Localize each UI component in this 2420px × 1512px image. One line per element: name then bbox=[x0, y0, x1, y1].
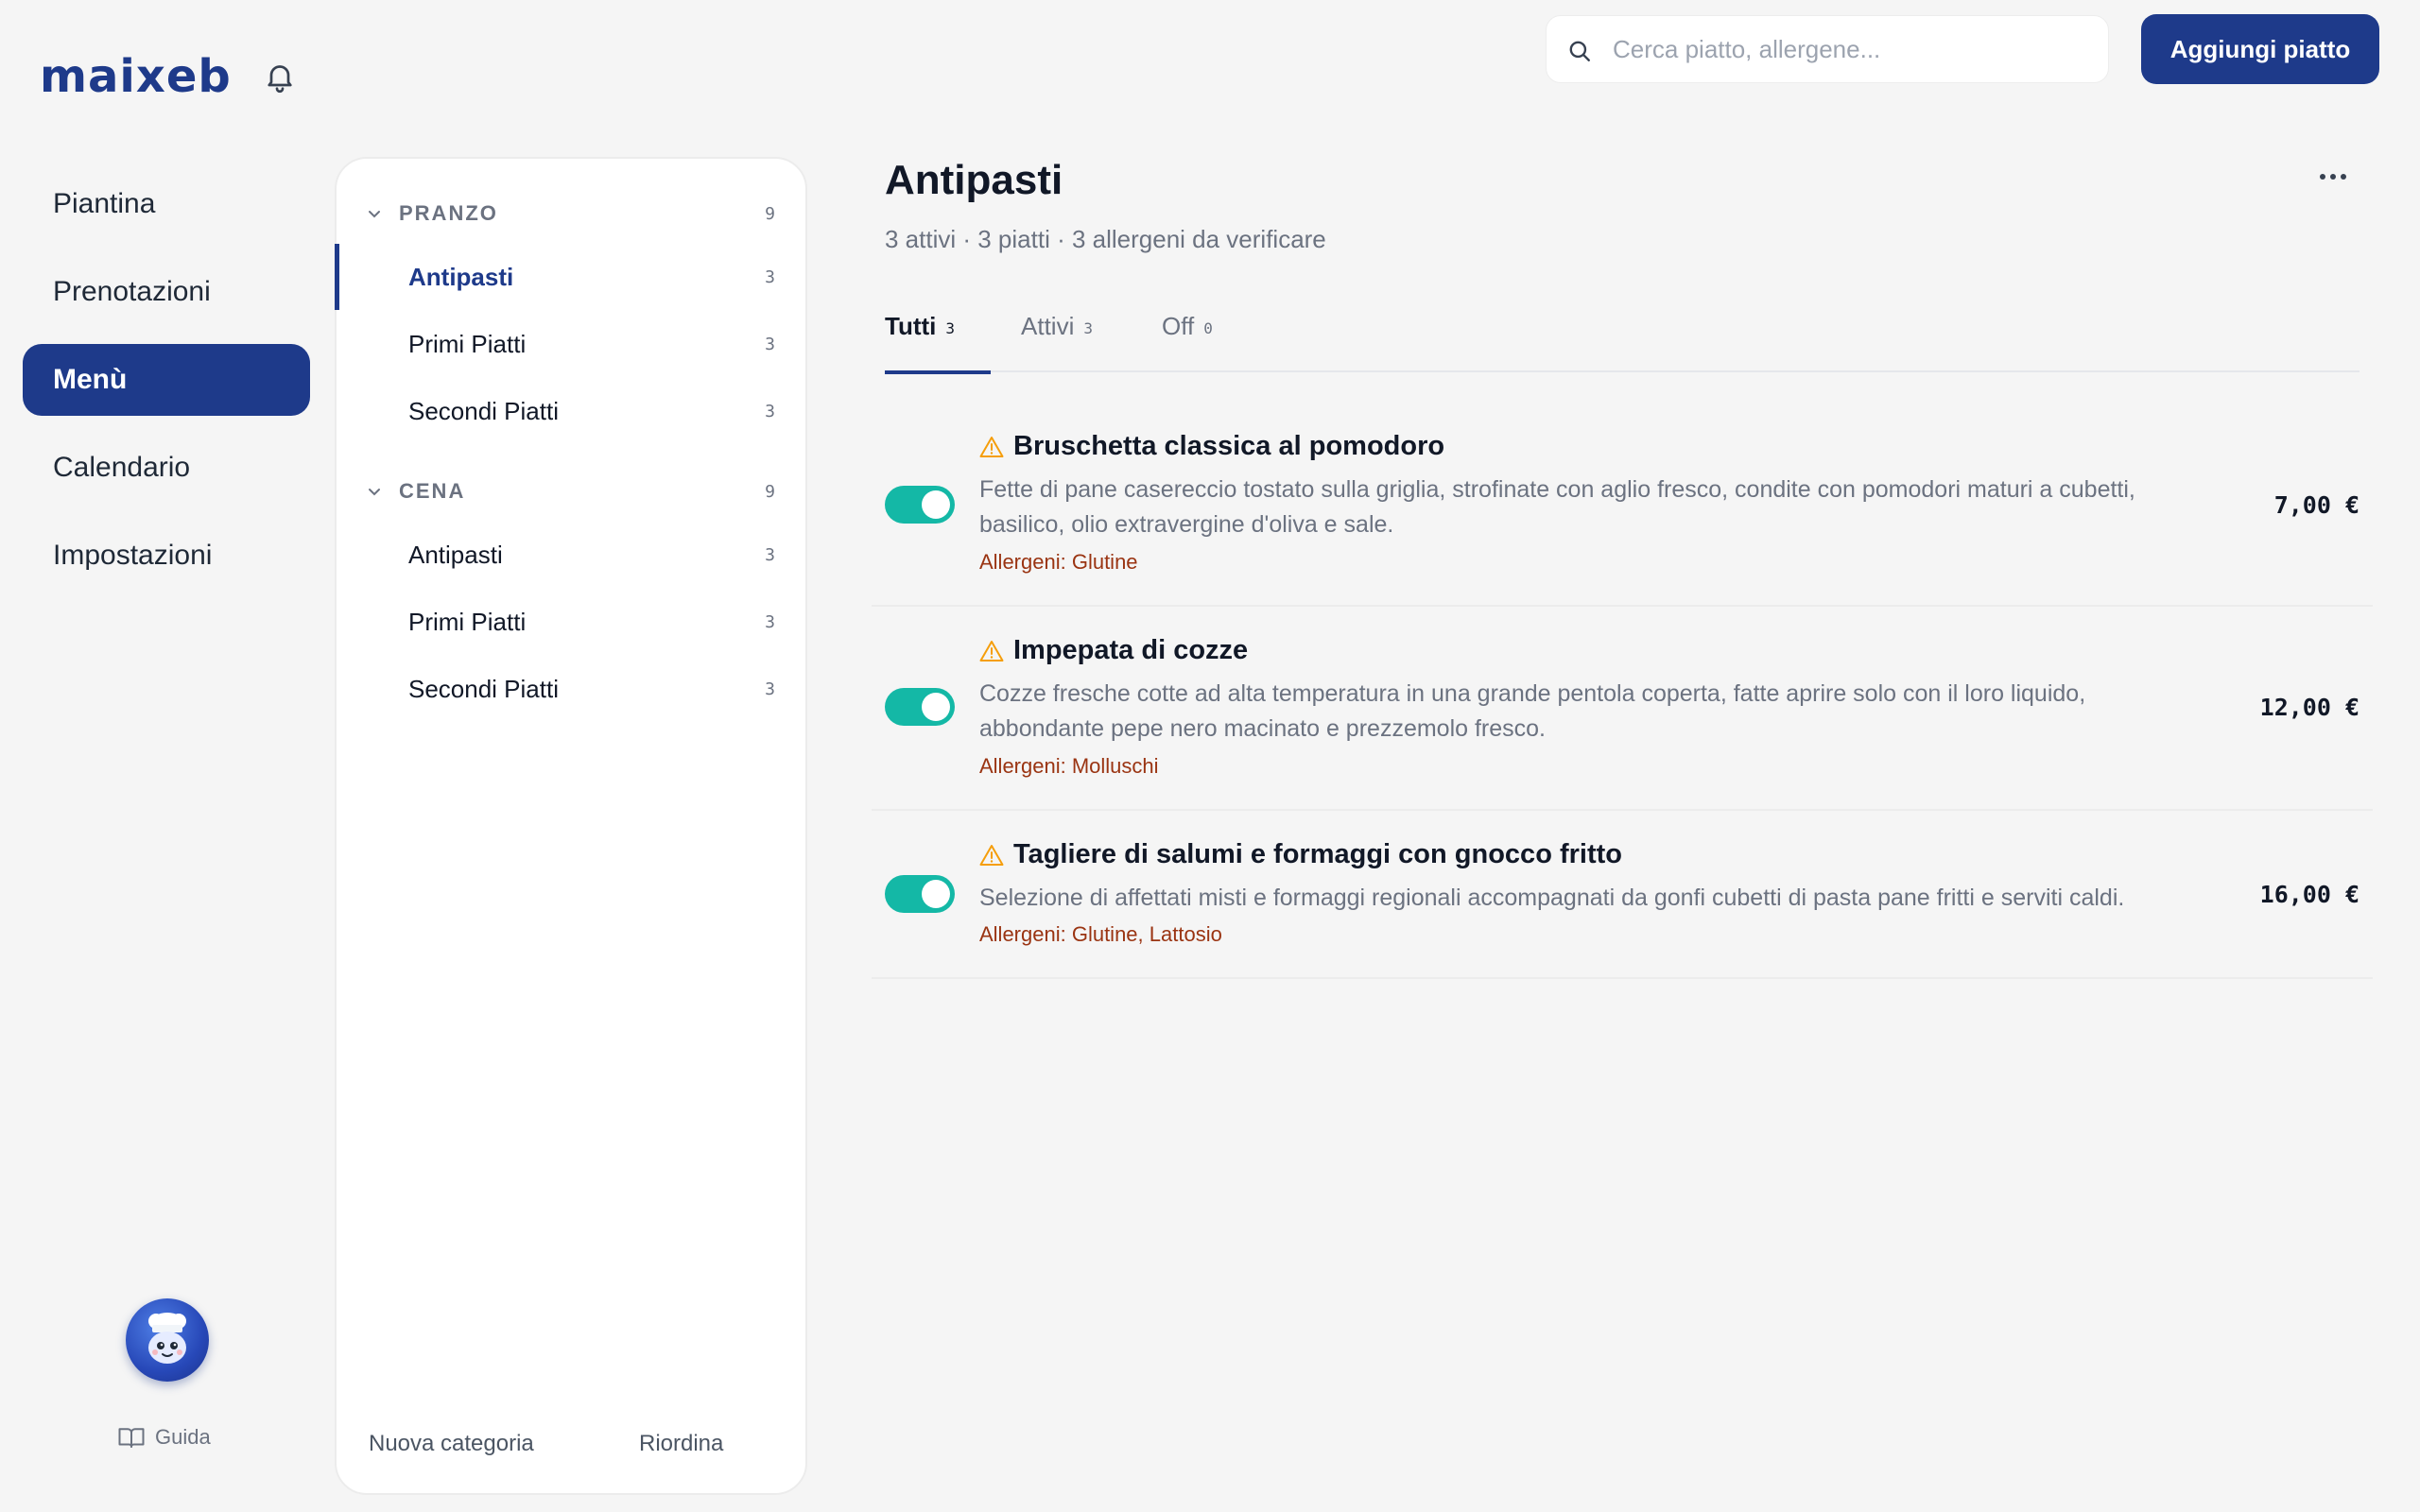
search-icon bbox=[1569, 41, 1590, 61]
book-icon bbox=[118, 1428, 145, 1448]
reorder-button[interactable]: Riordina bbox=[639, 1431, 723, 1457]
nav-item-label: Menù bbox=[53, 364, 128, 395]
chevron-down-icon bbox=[369, 489, 380, 496]
category-item-cena-primi[interactable]: Primi Piatti 3 bbox=[337, 589, 805, 655]
category-name: Primi Piatti bbox=[408, 329, 527, 358]
tab-label: Tutti bbox=[885, 312, 937, 340]
nav-item-impostazioni[interactable]: Impostazioni bbox=[23, 520, 310, 592]
dish-price: 12,00 € bbox=[2259, 694, 2360, 721]
tab-attivi[interactable]: Attivi 3 bbox=[1021, 312, 1093, 372]
dish-active-toggle[interactable] bbox=[885, 688, 955, 726]
dish-description: Selezione di affettati misti e formaggi … bbox=[979, 885, 2125, 911]
dish-active-toggle[interactable] bbox=[885, 875, 955, 913]
chef-avatar[interactable] bbox=[126, 1298, 209, 1382]
tab-count: 0 bbox=[1203, 319, 1213, 337]
category-count: 3 bbox=[765, 266, 775, 287]
dish-description: Fette di pane casereccio tostato sulla g… bbox=[979, 476, 2135, 538]
category-panel-footer: Nuova categoria Riordina bbox=[337, 1431, 805, 1465]
category-item-pranzo-primi[interactable]: Primi Piatti 3 bbox=[337, 311, 805, 377]
nav-item-label: Prenotazioni bbox=[53, 276, 211, 307]
dish-allergens: Allergeni: Molluschi bbox=[979, 754, 1159, 778]
tab-label: Off bbox=[1162, 312, 1195, 340]
group-count: 9 bbox=[765, 203, 775, 224]
dish-title-row: Tagliere di salumi e formaggi con gnocco… bbox=[979, 839, 1622, 870]
guide-label: Guida bbox=[155, 1425, 211, 1449]
dish-active-toggle[interactable] bbox=[885, 486, 955, 524]
category-count: 3 bbox=[765, 334, 775, 354]
chef-icon bbox=[148, 1313, 186, 1364]
dish-name: Tagliere di salumi e formaggi con gnocco… bbox=[1013, 839, 1622, 869]
category-panel: PRANZO 9 Antipasti 3 Primi Piatti 3 Seco… bbox=[335, 157, 807, 1495]
tab-count: 3 bbox=[945, 319, 956, 337]
tab-off[interactable]: Off 0 bbox=[1162, 312, 1213, 372]
new-category-button[interactable]: Nuova categoria bbox=[369, 1431, 534, 1457]
dish-price: 7,00 € bbox=[2273, 491, 2360, 519]
dish-title-row: Impepata di cozze bbox=[979, 635, 1248, 666]
category-name: Primi Piatti bbox=[408, 607, 527, 636]
nav-item-prenotazioni[interactable]: Prenotazioni bbox=[23, 256, 310, 328]
dish-title-row: Bruschetta classica al pomodoro bbox=[979, 431, 1444, 462]
app-logo[interactable]: maixeb bbox=[40, 53, 232, 100]
dish-description: Cozze fresche cotte ad alta temperatura … bbox=[979, 680, 2086, 742]
category-count: 3 bbox=[765, 401, 775, 421]
guide-link[interactable]: Guida bbox=[117, 1425, 211, 1450]
dish-row[interactable]: Impepata di cozze Cozze fresche cotte ad… bbox=[872, 609, 2373, 811]
dish-allergens: Allergeni: Glutine bbox=[979, 550, 1138, 574]
group-header-pranzo[interactable]: PRANZO 9 bbox=[337, 195, 805, 232]
more-options-icon[interactable] bbox=[2314, 163, 2352, 191]
nav-item-label: Impostazioni bbox=[53, 540, 213, 571]
nav-item-label: Piantina bbox=[53, 188, 156, 219]
dish-name: Bruschetta classica al pomodoro bbox=[1013, 431, 1445, 461]
search-box bbox=[1546, 15, 2109, 83]
dish-name: Impepata di cozze bbox=[1013, 635, 1249, 665]
tab-tutti[interactable]: Tutti 3 bbox=[885, 312, 992, 374]
dish-row[interactable]: Bruschetta classica al pomodoro Fette di… bbox=[872, 408, 2373, 607]
nav-item-label: Calendario bbox=[53, 452, 191, 483]
add-dish-button[interactable]: Aggiungi piatto bbox=[2141, 14, 2379, 84]
dish-row[interactable]: Tagliere di salumi e formaggi con gnocco… bbox=[872, 813, 2373, 979]
dish-price: 16,00 € bbox=[2259, 881, 2360, 908]
warning-icon bbox=[979, 436, 1004, 457]
category-count: 3 bbox=[765, 544, 775, 565]
page-subtitle: 3 attivi · 3 piatti · 3 allergeni da ver… bbox=[885, 225, 1326, 253]
nav-item-piantina[interactable]: Piantina bbox=[23, 168, 310, 240]
category-count: 3 bbox=[765, 679, 775, 699]
filter-tabs: Tutti 3 Attivi 3 Off 0 bbox=[885, 312, 2360, 374]
warning-icon bbox=[979, 844, 1004, 866]
tab-count: 3 bbox=[1083, 319, 1093, 337]
category-count: 3 bbox=[765, 611, 775, 632]
group-header-cena[interactable]: CENA 9 bbox=[337, 472, 805, 510]
category-item-pranzo-antipasti[interactable]: Antipasti 3 bbox=[335, 244, 805, 310]
nav-item-calendario[interactable]: Calendario bbox=[23, 432, 310, 504]
category-name: Secondi Piatti bbox=[408, 674, 559, 703]
category-name: Antipasti bbox=[408, 540, 503, 569]
warning-icon bbox=[979, 640, 1004, 662]
tab-label: Attivi bbox=[1021, 312, 1075, 340]
search-input[interactable] bbox=[1613, 16, 2085, 82]
group-count: 9 bbox=[765, 481, 775, 502]
bell-icon[interactable] bbox=[263, 59, 297, 94]
group-name: CENA bbox=[399, 479, 466, 503]
category-name: Antipasti bbox=[408, 262, 514, 291]
category-item-pranzo-secondi[interactable]: Secondi Piatti 3 bbox=[337, 378, 805, 444]
group-name: PRANZO bbox=[399, 201, 498, 225]
nav-item-menu[interactable]: Menù bbox=[23, 344, 310, 416]
category-item-cena-antipasti[interactable]: Antipasti 3 bbox=[337, 522, 805, 588]
page-title: Antipasti bbox=[885, 157, 1063, 203]
main-nav: Piantina Prenotazioni Menù Calendario Im… bbox=[23, 168, 310, 608]
category-name: Secondi Piatti bbox=[408, 396, 559, 425]
category-item-cena-secondi[interactable]: Secondi Piatti 3 bbox=[337, 656, 805, 722]
chevron-down-icon bbox=[369, 211, 380, 218]
dish-allergens: Allergeni: Glutine, Lattosio bbox=[979, 922, 1222, 946]
